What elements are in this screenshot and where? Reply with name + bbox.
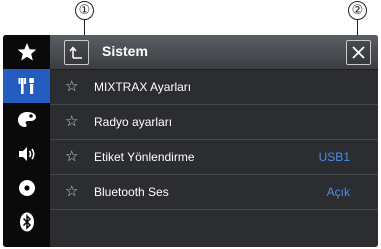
star-icon — [17, 43, 36, 61]
settings-panel: Sistem ☆ MIXTRAX Ayarları ☆ Radyo ayarla… — [50, 35, 378, 247]
callout-1: ① — [75, 1, 94, 20]
header-bar: Sistem — [50, 35, 378, 70]
menu-row-mixtrax[interactable]: ☆ MIXTRAX Ayarları — [50, 70, 378, 105]
tools-icon — [18, 78, 34, 94]
sidebar — [3, 35, 50, 247]
disc-icon — [18, 180, 35, 196]
menu-row-value: Açık — [326, 185, 350, 199]
menu-row-radio[interactable]: ☆ Radyo ayarları — [50, 105, 378, 140]
menu-row-label: Radyo ayarları — [94, 115, 173, 129]
page-title: Sistem — [102, 43, 148, 59]
menu-row-label: Bluetooth Ses — [94, 185, 169, 199]
favorite-star-icon[interactable]: ☆ — [65, 148, 78, 165]
sidebar-item-theme[interactable] — [3, 103, 50, 137]
callout-2: ② — [348, 1, 367, 20]
favorite-star-icon[interactable]: ☆ — [65, 78, 78, 95]
sidebar-item-audio[interactable] — [3, 137, 50, 171]
menu-row-value: USB1 — [318, 150, 350, 164]
back-button[interactable] — [64, 40, 89, 65]
menu-row-bluetooth-audio[interactable]: ☆ Bluetooth Ses Açık — [50, 175, 378, 210]
menu-row-label: MIXTRAX Ayarları — [94, 80, 192, 94]
bluetooth-icon — [19, 212, 34, 232]
sidebar-item-bluetooth[interactable] — [3, 205, 50, 239]
close-button[interactable] — [346, 40, 371, 65]
favorite-star-icon[interactable]: ☆ — [65, 113, 78, 130]
speaker-icon — [18, 147, 35, 161]
favorite-star-icon[interactable]: ☆ — [65, 183, 78, 200]
sidebar-item-settings[interactable] — [3, 69, 50, 103]
head-unit-screen: Sistem ☆ MIXTRAX Ayarları ☆ Radyo ayarla… — [3, 35, 378, 247]
menu-row-tag[interactable]: ☆ Etiket Yönlendirme USB1 — [50, 140, 378, 175]
menu-row-label: Etiket Yönlendirme — [94, 150, 195, 164]
palette-icon — [17, 112, 36, 127]
close-icon — [352, 46, 365, 59]
back-arrow-icon — [69, 46, 82, 59]
sidebar-item-favorites[interactable] — [3, 35, 50, 69]
sidebar-item-source[interactable] — [3, 171, 50, 205]
